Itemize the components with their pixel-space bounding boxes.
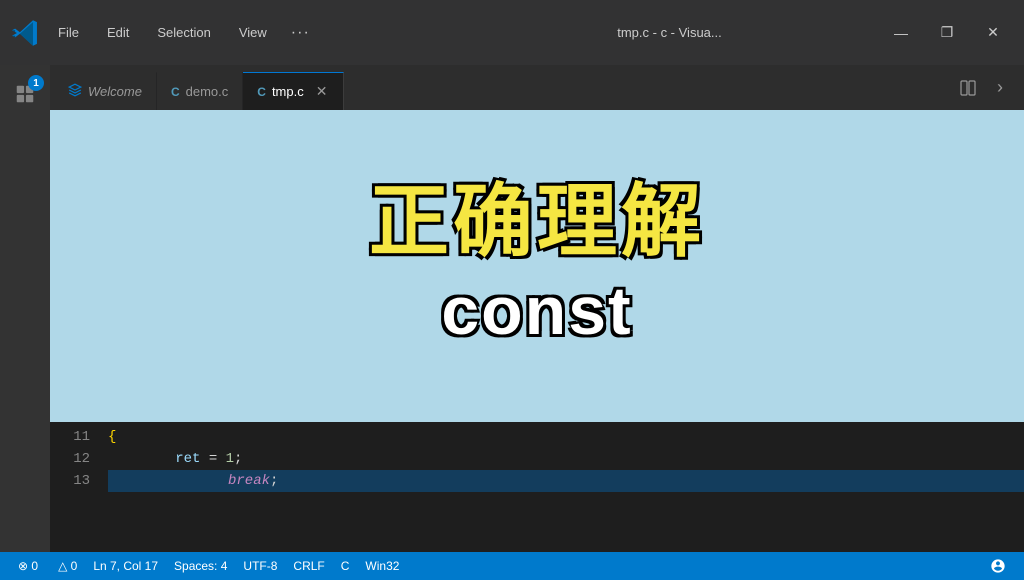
status-line-ending[interactable]: CRLF xyxy=(285,552,332,580)
tab-bar: Welcome C demo.c C tmp.c ✕ › xyxy=(50,65,1024,110)
overlay-texts: 正确理解 const xyxy=(369,182,705,350)
sidebar-item-explorer[interactable]: 1 xyxy=(0,69,50,119)
status-platform[interactable]: Win32 xyxy=(357,552,407,580)
close-button[interactable]: ✕ xyxy=(970,15,1016,51)
code-var-ret: ret xyxy=(108,448,200,470)
status-encoding[interactable]: UTF-8 xyxy=(235,552,285,580)
app-window: File Edit Selection View ··· tmp.c - c -… xyxy=(0,0,1024,580)
tab-tmp-label: tmp.c xyxy=(272,84,304,99)
maximize-button[interactable]: ❐ xyxy=(924,15,970,51)
status-language[interactable]: C xyxy=(333,552,358,580)
window-controls: — ❐ ✕ xyxy=(878,15,1016,51)
welcome-tab-icon xyxy=(68,83,82,100)
code-semicolon-13: ; xyxy=(270,470,278,492)
status-warnings[interactable]: △ 0 xyxy=(50,552,85,580)
tab-right-icons: › xyxy=(952,65,1024,110)
code-brace-open: { xyxy=(108,426,116,448)
menu-file[interactable]: File xyxy=(44,0,93,65)
code-semicolon-12: ; xyxy=(234,448,242,470)
menu-more[interactable]: ··· xyxy=(281,0,320,65)
code-editor: 11 12 13 { ret = 1 ; xyxy=(50,422,1024,552)
line-num-11: 11 xyxy=(50,426,90,448)
more-actions-icon[interactable]: › xyxy=(984,72,1016,104)
overlay-area: 正确理解 const xyxy=(50,110,1024,422)
line-num-13: 13 xyxy=(50,470,90,492)
demo-tab-icon: C xyxy=(171,85,180,99)
tab-demo[interactable]: C demo.c xyxy=(157,72,243,110)
app-icon xyxy=(8,0,44,65)
editor-section: 1 Welcome C demo.c C tmp.c xyxy=(0,65,1024,552)
menu-view[interactable]: View xyxy=(225,0,281,65)
status-right xyxy=(982,552,1014,580)
line-numbers: 11 12 13 xyxy=(50,422,100,552)
overlay-zh-text: 正确理解 xyxy=(369,182,705,262)
tab-demo-label: demo.c xyxy=(186,84,229,99)
explorer-badge: 1 xyxy=(28,75,44,91)
menu-edit[interactable]: Edit xyxy=(93,0,143,65)
code-num-1: 1 xyxy=(226,448,234,470)
menu-bar: File Edit Selection View ··· xyxy=(44,0,461,65)
status-spaces[interactable]: Spaces: 4 xyxy=(166,552,235,580)
code-line-13: break ; xyxy=(108,470,1024,492)
split-editor-icon[interactable] xyxy=(952,72,984,104)
minimize-button[interactable]: — xyxy=(878,15,924,51)
code-line-11: { xyxy=(108,426,1024,448)
code-keyword-break: break xyxy=(228,470,270,492)
window-title: tmp.c - c - Visua... xyxy=(461,25,878,40)
tab-welcome[interactable]: Welcome xyxy=(54,72,157,110)
tab-tmp-close[interactable]: ✕ xyxy=(314,81,330,102)
status-position[interactable]: Ln 7, Col 17 xyxy=(85,552,166,580)
line-num-12: 12 xyxy=(50,448,90,470)
status-left: ⊗ 0 △ 0 xyxy=(10,552,85,580)
editor-main: Welcome C demo.c C tmp.c ✕ › xyxy=(50,65,1024,552)
status-errors[interactable]: ⊗ 0 xyxy=(10,552,46,580)
statusbar: ⊗ 0 △ 0 Ln 7, Col 17 Spaces: 4 UTF-8 CRL… xyxy=(0,552,1024,580)
code-op-eq: = xyxy=(200,448,225,470)
tmp-tab-icon: C xyxy=(257,85,266,99)
titlebar: File Edit Selection View ··· tmp.c - c -… xyxy=(0,0,1024,65)
tab-welcome-label: Welcome xyxy=(88,84,142,99)
code-content[interactable]: { ret = 1 ; break ; xyxy=(100,422,1024,552)
code-line-12: ret = 1 ; xyxy=(108,448,1024,470)
overlay-en-text: const xyxy=(369,272,705,350)
menu-selection[interactable]: Selection xyxy=(143,0,224,65)
tab-tmp[interactable]: C tmp.c ✕ xyxy=(243,72,344,110)
activity-bar: 1 xyxy=(0,65,50,552)
status-feedback[interactable] xyxy=(982,552,1014,580)
